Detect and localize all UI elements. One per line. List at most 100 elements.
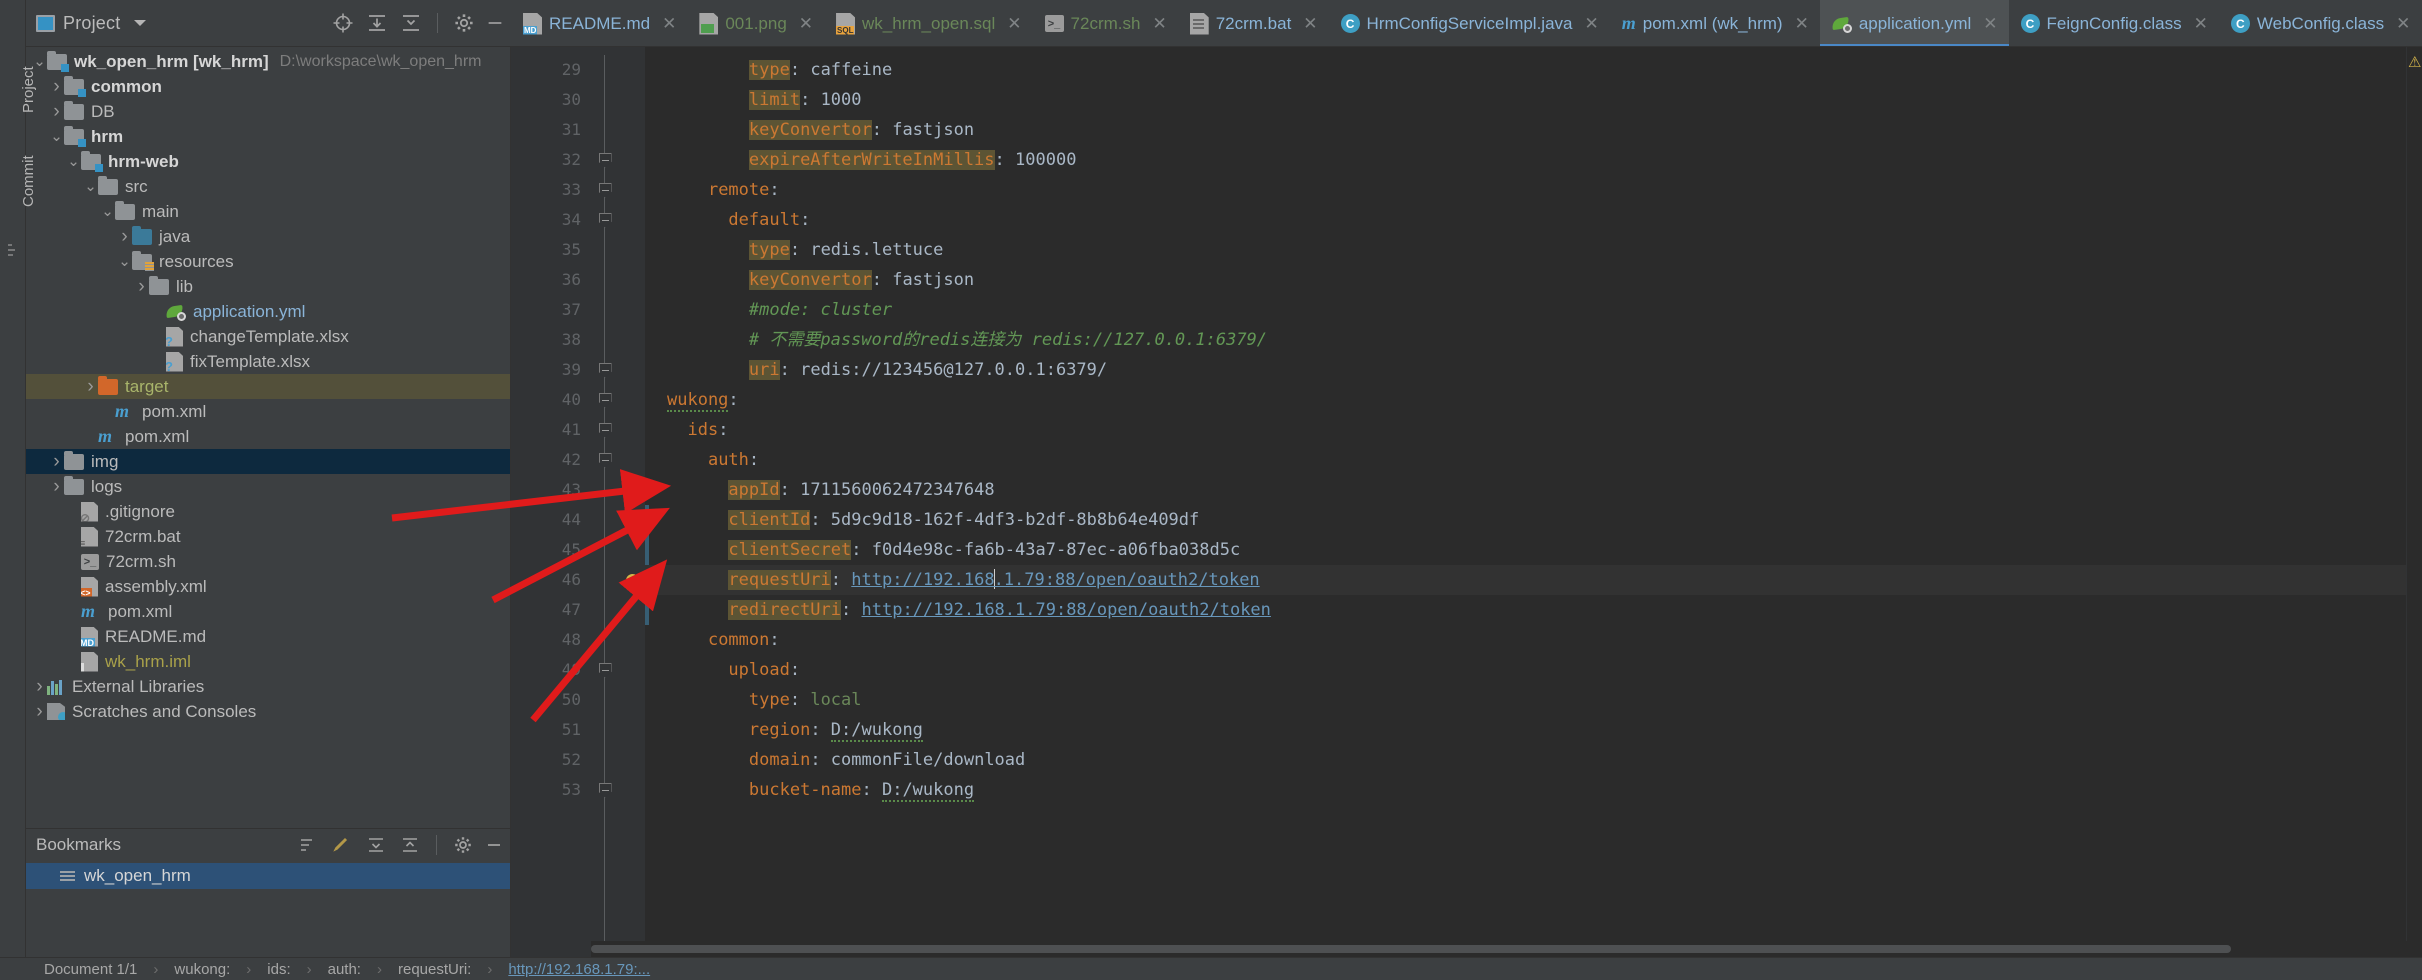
editor-tab-pom.xml-wk_hrm-[interactable]: m pom.xml (wk_hrm) ✕ [1610,0,1820,46]
editor-tab-hrmconfigserviceimpl.java[interactable]: C HrmConfigServiceImpl.java ✕ [1329,0,1610,46]
editor-tab-feignconfig.class[interactable]: C FeignConfig.class ✕ [2009,0,2219,46]
code-line[interactable]: domain: commonFile/download [645,745,2406,775]
breadcrumb[interactable]: Document 1/1 › wukong: › ids: › auth: › requestU… [26,961,658,978]
editor-tab-application.yml[interactable]: application.yml ✕ [1819,0,2009,46]
close-icon[interactable]: ✕ [2194,15,2208,32]
code-line[interactable]: # 不需要password的redis连接为 redis://127.0.0.1… [645,325,2406,355]
chevron-right-icon[interactable]: › [49,101,64,123]
chevron-right-icon[interactable]: › [32,701,47,723]
chevron-right-icon[interactable]: › [49,76,64,98]
tree-item-java[interactable]: › java [26,224,510,249]
editor-tab-webconfig.class[interactable]: C WebConfig.class ✕ [2219,0,2422,46]
scrollbar-thumb[interactable] [591,945,2231,953]
code-line[interactable]: type: caffeine [645,55,2406,85]
code-line[interactable]: uri: redis://123456@127.0.0.1:6379/ [645,355,2406,385]
code-line[interactable]: wukong: [645,385,2406,415]
editor-tab-72crm.sh[interactable]: >_ 72crm.sh ✕ [1033,0,1178,46]
fold-marker[interactable] [591,415,619,445]
tree-item-hrm[interactable]: ⌄ hrm [26,124,510,149]
close-icon[interactable]: ✕ [1983,15,1997,32]
close-icon[interactable]: ✕ [662,15,676,32]
tree-item-src[interactable]: ⌄ src [26,174,510,199]
code-line[interactable]: region: D:/wukong [645,715,2406,745]
code-line[interactable]: keyConvertor: fastjson [645,265,2406,295]
tree-item-hrm-web[interactable]: ⌄ hrm-web [26,149,510,174]
code-line[interactable]: #mode: cluster [645,295,2406,325]
code-line[interactable]: default: [645,205,2406,235]
code-line[interactable]: limit: 1000 [645,85,2406,115]
code-line[interactable]: bucket-name: D:/wukong [645,775,2406,805]
code-line[interactable]: ids: [645,415,2406,445]
close-icon[interactable]: ✕ [799,15,813,32]
edit-icon[interactable] [329,832,355,858]
tree-item-readme.md[interactable]: MD README.md [26,624,510,649]
chevron-right-icon[interactable]: › [32,676,47,698]
code-line[interactable]: upload: [645,655,2406,685]
code-line[interactable]: clientSecret: f0d4e98c-fa6b-43a7-87ec-a0… [645,535,2406,565]
fold-marker[interactable] [591,145,619,175]
minimize-icon[interactable] [484,832,510,858]
chevron-down-icon[interactable]: ⌄ [32,54,47,69]
close-icon[interactable]: ✕ [1585,15,1599,32]
code-line[interactable]: expireAfterWriteInMillis: 100000 [645,145,2406,175]
yaml-value[interactable]: http://192.168.1.79:88/open/oauth2/token [862,600,1271,620]
chevron-right-icon[interactable]: › [134,276,149,298]
fold-marker[interactable] [591,775,619,805]
chevron-right-icon[interactable]: › [117,226,132,248]
tree-item-img[interactable]: › img [26,449,510,474]
tree-item-fixtemplate.xlsx[interactable]: ? fixTemplate.xlsx [26,349,510,374]
fold-marker[interactable] [591,205,619,235]
bookmark-item[interactable]: wk_open_hrm [26,863,510,889]
editor-tab-72crm.bat[interactable]: 72crm.bat ✕ [1178,0,1329,46]
collapse-all-icon[interactable] [397,832,423,858]
structure-icon[interactable] [6,242,20,263]
editor-tab-001.png[interactable]: 001.png ✕ [687,0,824,46]
fold-marker[interactable] [591,655,619,685]
tree-item-assembly.xml[interactable]: <> assembly.xml [26,574,510,599]
gear-icon[interactable] [451,10,477,36]
tree-item-lib[interactable]: › lib [26,274,510,299]
horizontal-scrollbar[interactable] [511,941,2422,957]
tree-item-target[interactable]: › target [26,374,510,399]
editor-tab-readme.md[interactable]: MD README.md ✕ [511,0,687,46]
code-line[interactable]: keyConvertor: fastjson [645,115,2406,145]
tree-item-pom.xml[interactable]: m pom.xml [26,424,510,449]
code-line[interactable]: requestUri: http://192.168.1.79:88/open/… [645,565,2406,595]
tree-item-application.yml[interactable]: application.yml [26,299,510,324]
breadcrumb-item[interactable]: ids: [259,961,298,978]
intention-bulb-column[interactable] [619,47,645,941]
chevron-right-icon[interactable]: › [83,376,98,398]
chevron-down-icon[interactable] [134,20,147,26]
close-icon[interactable]: ✕ [1007,15,1021,32]
gear-icon[interactable] [450,832,476,858]
code-content[interactable]: type: caffeine limit: 1000 keyConvertor:… [645,47,2406,941]
editor-tab-wk_hrm_open.sql[interactable]: SQL wk_hrm_open.sql ✕ [824,0,1033,46]
chevron-right-icon[interactable]: › [49,451,64,473]
collapse-all-icon[interactable] [398,10,424,36]
tree-item-72crm.bat[interactable]: ≡ 72crm.bat [26,524,510,549]
close-icon[interactable]: ✕ [1152,15,1166,32]
breadcrumb-item[interactable]: http://192.168.1.79:... [500,961,658,978]
close-icon[interactable]: ✕ [1303,15,1317,32]
code-line[interactable]: remote: [645,175,2406,205]
fold-marker[interactable] [591,355,619,385]
code-line[interactable]: clientId: 5d9c9d18-162f-4df3-b2df-8b8b64… [645,505,2406,535]
chevron-right-icon[interactable]: › [49,476,64,498]
tree-item-common[interactable]: › common [26,74,510,99]
tree-item-db[interactable]: › DB [26,99,510,124]
chevron-down-icon[interactable]: ⌄ [117,254,132,269]
tree-item-changetemplate.xlsx[interactable]: ? changeTemplate.xlsx [26,324,510,349]
code-folding-column[interactable] [591,47,619,941]
tree-item-wk_hrm.iml[interactable]: ▪ wk_hrm.iml [26,649,510,674]
breadcrumb-item[interactable]: auth: [320,961,369,978]
sort-icon[interactable] [295,832,321,858]
close-icon[interactable]: ✕ [2396,15,2410,32]
tree-item-.gitignore[interactable]: ⊘ .gitignore [26,499,510,524]
tree-item-72crm.sh[interactable]: >_ 72crm.sh [26,549,510,574]
close-icon[interactable]: ✕ [1795,15,1809,32]
tree-item-main[interactable]: ⌄ main [26,199,510,224]
code-line[interactable]: type: local [645,685,2406,715]
tree-item-logs[interactable]: › logs [26,474,510,499]
project-tree[interactable]: ⌄ wk_open_hrm [wk_hrm] D:\workspace\wk_ope… [26,47,510,828]
locate-icon[interactable] [330,10,356,36]
